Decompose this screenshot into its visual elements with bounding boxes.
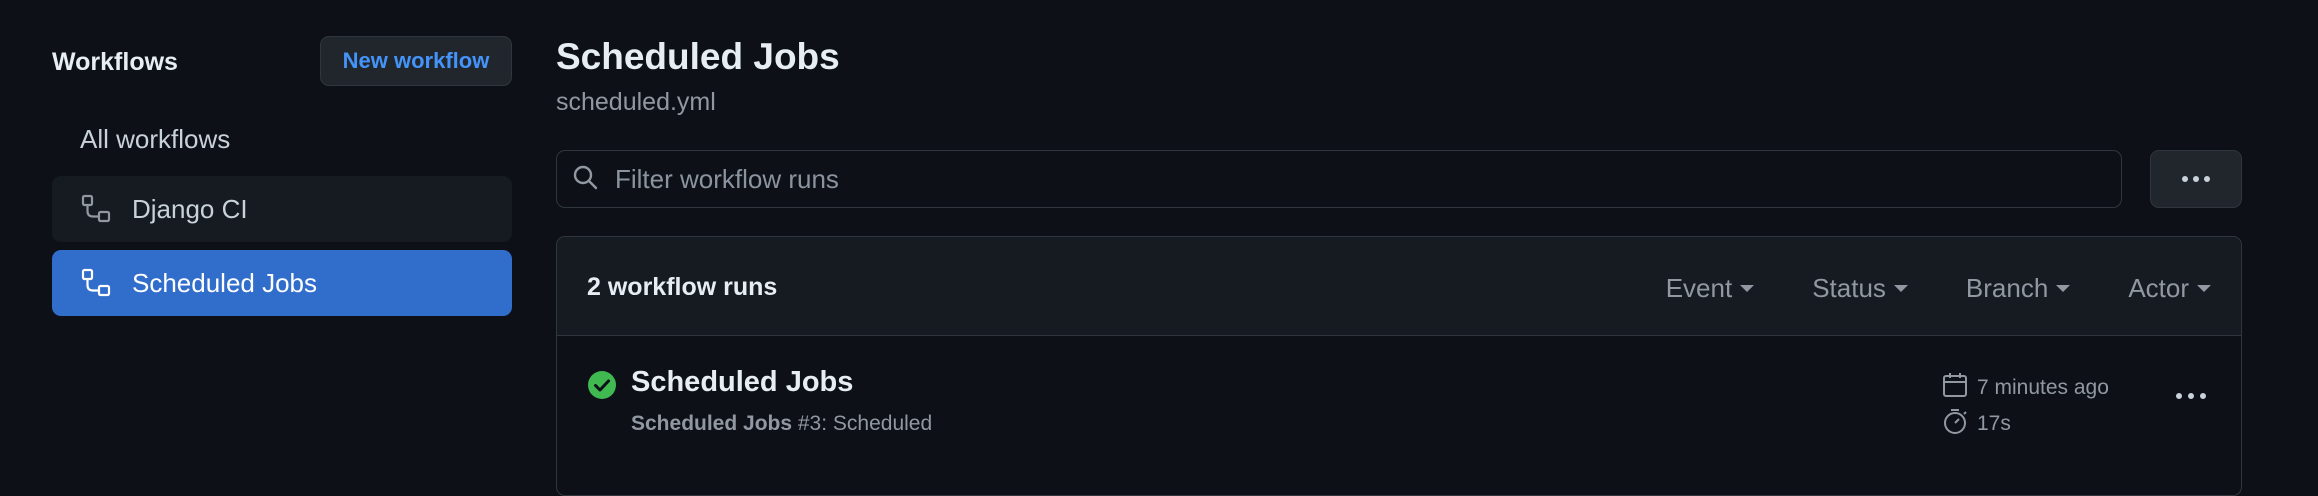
filter-label: Status	[1812, 273, 1886, 303]
sidebar-item-label: Scheduled Jobs	[132, 267, 318, 298]
runs-header: 2 workflow runs Event Status Branch Acto…	[557, 237, 2241, 336]
new-workflow-button[interactable]: New workflow	[320, 36, 512, 86]
run-time-label: 7 minutes ago	[1977, 376, 2109, 399]
sidebar-item-scheduled-jobs[interactable]: Scheduled Jobs	[52, 250, 512, 316]
page-title: Scheduled Jobs	[556, 36, 840, 77]
run-options-button[interactable]	[2171, 386, 2211, 406]
kebab-horizontal-icon	[2176, 393, 2206, 399]
run-subtitle: Scheduled Jobs #3: Scheduled	[631, 412, 932, 436]
sidebar-item-django-ci[interactable]: Django CI	[52, 176, 512, 242]
sidebar-item-label: All workflows	[80, 123, 231, 154]
workflow-runs-list: 2 workflow runs Event Status Branch Acto…	[556, 236, 2242, 496]
kebab-horizontal-icon	[2180, 170, 2212, 188]
run-time: 7 minutes ago	[1941, 370, 2109, 406]
caret-down-icon	[1740, 285, 1755, 292]
event-filter-dropdown[interactable]: Event	[1666, 273, 1755, 304]
workflows-sidebar: Workflows New workflow All workflows Dja…	[52, 36, 512, 316]
filter-label: Actor	[2128, 273, 2189, 303]
caret-down-icon	[2056, 285, 2071, 292]
run-meta: 7 minutes ago 17s	[1941, 370, 2109, 442]
runs-filters: Event Status Branch Actor	[1666, 273, 2211, 304]
sidebar-title: Workflows	[52, 48, 178, 76]
run-title-link[interactable]: Scheduled Jobs	[631, 366, 853, 399]
sidebar-item-label: Django CI	[132, 193, 248, 224]
status-filter-dropdown[interactable]: Status	[1812, 273, 1908, 304]
workflow-file-link[interactable]: scheduled.yml	[556, 88, 716, 117]
workflow-icon	[80, 193, 112, 225]
workflow-icon	[80, 267, 112, 299]
filter-runs-field[interactable]	[556, 150, 2122, 208]
actor-filter-dropdown[interactable]: Actor	[2128, 273, 2211, 304]
run-duration: 17s	[1941, 406, 2109, 442]
filter-label: Branch	[1965, 273, 2049, 303]
run-number-event: #3: Scheduled	[792, 412, 933, 435]
sidebar-item-all-workflows[interactable]: All workflows	[52, 106, 512, 172]
more-options-button[interactable]	[2150, 150, 2242, 208]
calendar-icon	[1941, 371, 1977, 405]
runs-count: 2 workflow runs	[587, 273, 778, 301]
check-circle-icon	[587, 370, 617, 400]
run-workflow-name: Scheduled Jobs	[631, 412, 793, 435]
filter-runs-input[interactable]	[613, 162, 2017, 196]
sidebar-header: Workflows New workflow	[52, 36, 512, 90]
stopwatch-icon	[1941, 407, 1977, 441]
caret-down-icon	[1893, 285, 1908, 292]
search-icon	[571, 163, 599, 196]
workflow-run-row[interactable]: Scheduled Jobs Scheduled Jobs #3: Schedu…	[557, 336, 2241, 495]
filter-label: Event	[1665, 273, 1733, 303]
caret-down-icon	[2197, 285, 2211, 292]
run-duration-label: 17s	[1977, 412, 2011, 435]
branch-filter-dropdown[interactable]: Branch	[1965, 273, 2071, 304]
